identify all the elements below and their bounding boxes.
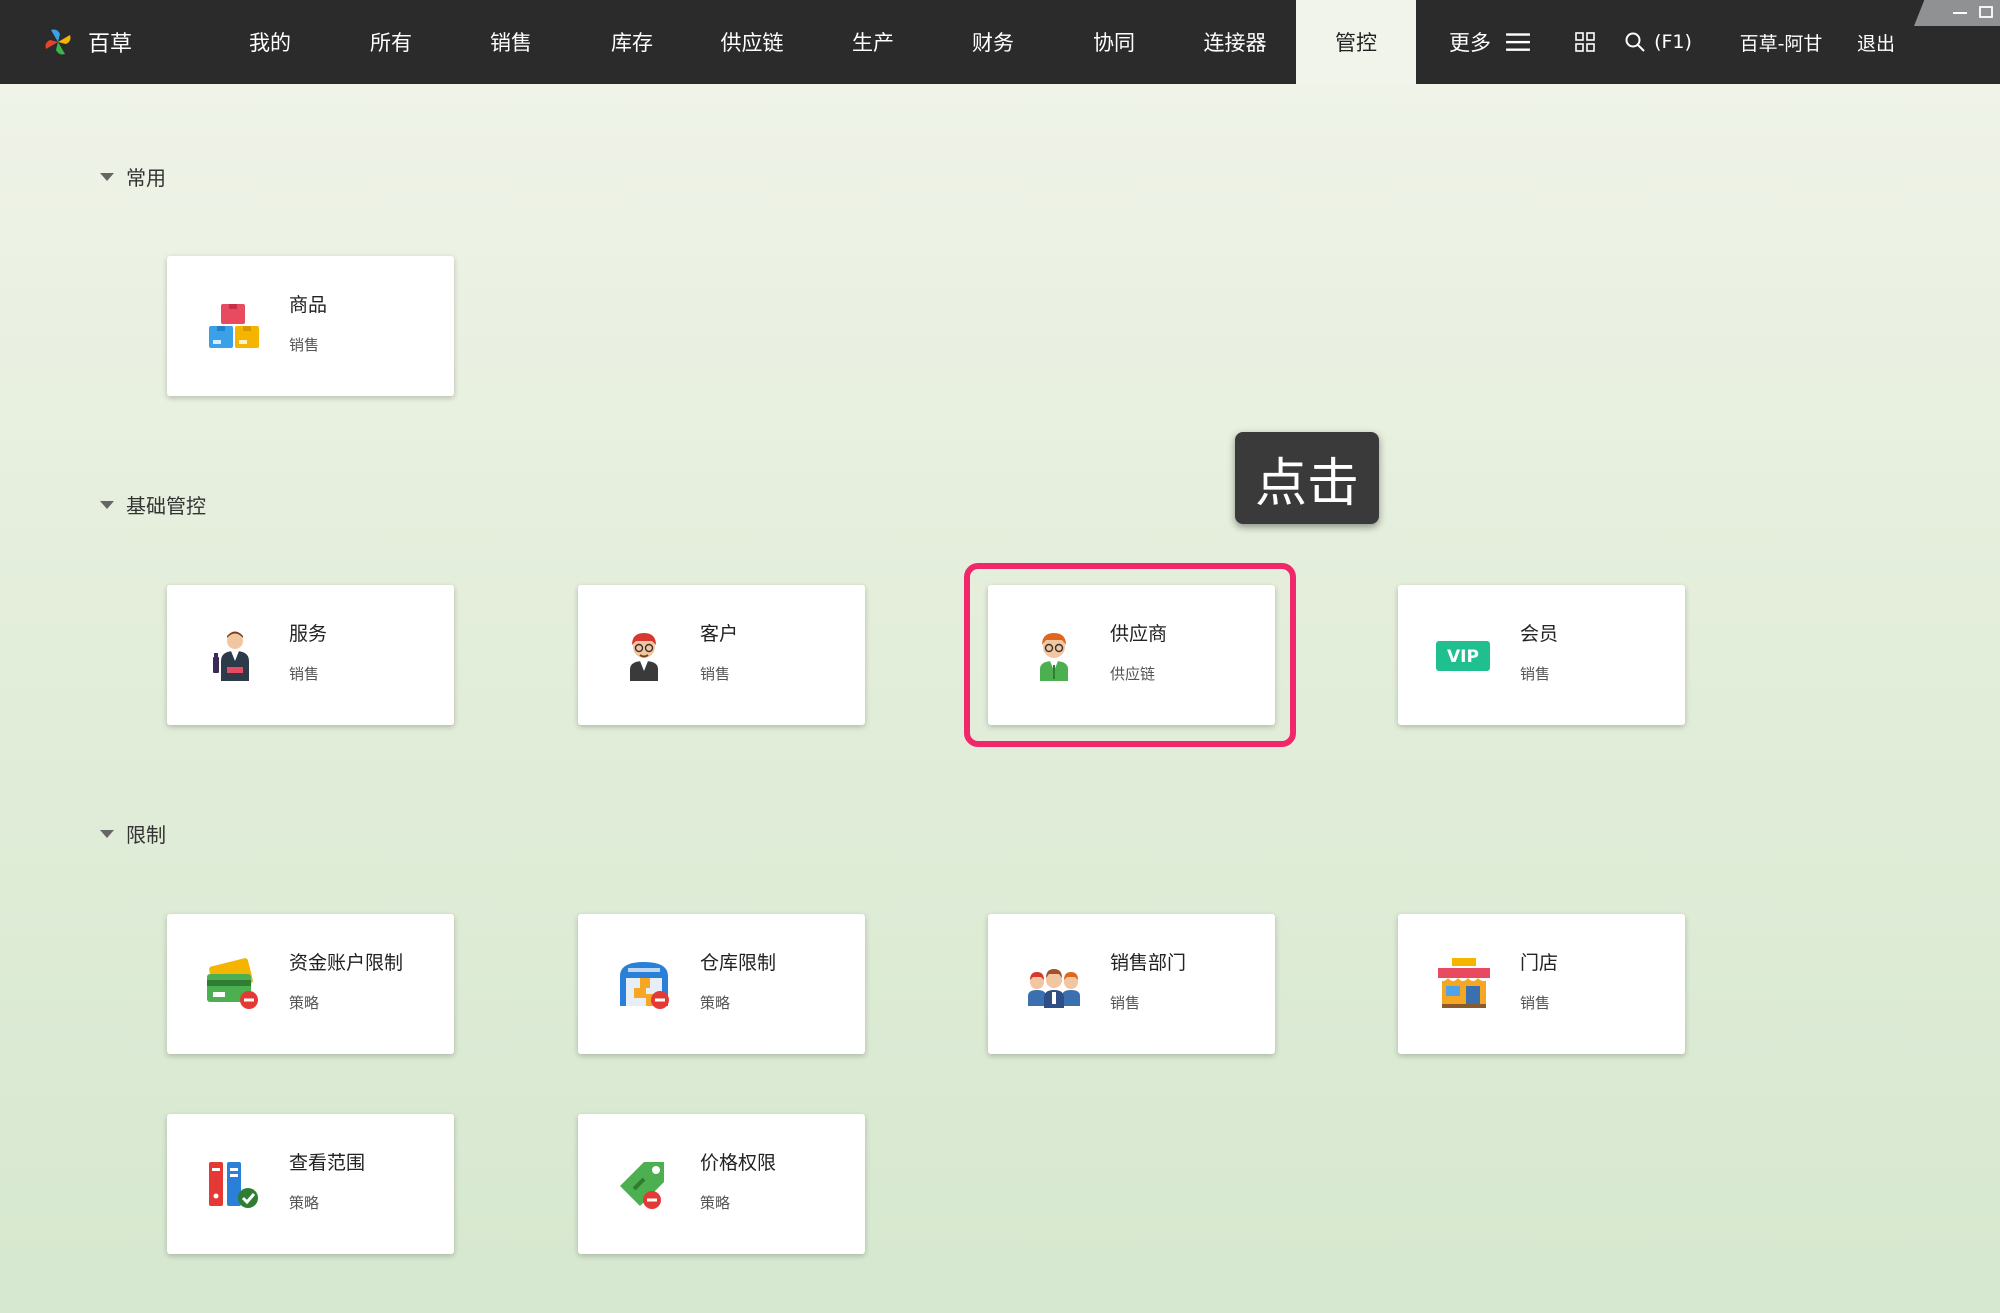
- maximize-icon[interactable]: [1978, 4, 1994, 20]
- card-subtitle: 策略: [289, 1194, 320, 1212]
- card-title: 查看范围: [289, 1152, 366, 1174]
- hamburger-menu-icon: [1506, 33, 1530, 51]
- card-subtitle: 销售: [700, 665, 731, 683]
- card-title: 服务: [289, 623, 328, 645]
- user-name[interactable]: 百草-阿甘: [1734, 0, 1828, 84]
- card-service[interactable]: 服务 销售: [167, 585, 454, 725]
- card-sales-department[interactable]: 销售部门 销售: [988, 914, 1275, 1054]
- card-subtitle: 策略: [700, 994, 731, 1012]
- card-title: 供应商: [1110, 623, 1168, 645]
- card-price-permission[interactable]: 价格权限 策略: [578, 1114, 865, 1254]
- goods-boxes-icon: [205, 298, 261, 354]
- card-goods[interactable]: 商品 销售: [167, 256, 454, 396]
- nav-item-production[interactable]: 生产: [831, 0, 915, 84]
- card-subtitle: 销售: [1110, 994, 1141, 1012]
- section-header-restrictions[interactable]: 限制: [100, 819, 166, 848]
- waiter-icon: [205, 627, 261, 683]
- nav-item-collaboration[interactable]: 协同: [1072, 0, 1156, 84]
- more-menu-button[interactable]: 更多: [1440, 0, 1540, 84]
- brand[interactable]: 百草: [42, 0, 132, 84]
- card-subtitle: 策略: [700, 1194, 731, 1212]
- card-subtitle: 销售: [1520, 665, 1551, 683]
- card-fund-account-restriction[interactable]: 资金账户限制 策略: [167, 914, 454, 1054]
- card-customer[interactable]: 客户 销售: [578, 585, 865, 725]
- nav-item-all[interactable]: 所有: [349, 0, 433, 84]
- nav-item-supply-chain[interactable]: 供应链: [706, 0, 798, 84]
- card-store[interactable]: 门店 销售: [1398, 914, 1685, 1054]
- credit-card-restrict-icon: [205, 956, 261, 1012]
- card-subtitle: 销售: [289, 665, 320, 683]
- vip-badge-icon: VIP: [1436, 627, 1492, 683]
- customer-avatar-icon: [616, 627, 672, 683]
- minimize-icon[interactable]: [1952, 4, 1968, 20]
- card-title: 仓库限制: [700, 952, 777, 974]
- app-grid-button[interactable]: [1570, 0, 1600, 84]
- card-member[interactable]: VIP 会员 销售: [1398, 585, 1685, 725]
- vip-badge-text: VIP: [1447, 647, 1479, 667]
- card-subtitle: 策略: [289, 994, 320, 1012]
- nav-item-inventory[interactable]: 库存: [590, 0, 674, 84]
- nav-item-control[interactable]: 管控: [1296, 0, 1416, 84]
- nav-item-mine[interactable]: 我的: [228, 0, 312, 84]
- warehouse-restrict-icon: [616, 956, 672, 1012]
- caret-down-icon: [100, 172, 114, 181]
- search-shortcut: (F1): [1654, 31, 1692, 53]
- click-hint-tooltip: 点击: [1235, 432, 1379, 524]
- brand-name: 百草: [88, 32, 133, 57]
- card-title: 客户: [700, 623, 739, 645]
- card-supplier[interactable]: 供应商 供应链: [988, 585, 1275, 725]
- store-icon: [1436, 956, 1492, 1012]
- nav-item-connector[interactable]: 连接器: [1188, 0, 1282, 84]
- card-subtitle: 供应链: [1110, 665, 1156, 683]
- supplier-avatar-icon: [1026, 627, 1082, 683]
- search-icon: [1625, 32, 1645, 52]
- card-view-scope[interactable]: 查看范围 策略: [167, 1114, 454, 1254]
- caret-down-icon: [100, 829, 114, 838]
- window-controls: [1914, 0, 2000, 26]
- card-title: 资金账户限制: [289, 952, 404, 974]
- section-title: 限制: [126, 823, 166, 847]
- card-title: 门店: [1520, 952, 1559, 974]
- card-title: 会员: [1520, 623, 1559, 645]
- top-navigation-bar: 百草 我的 所有 销售 库存 供应链 生产 财务 协同 连接器 管控 更多 (F…: [0, 0, 2000, 84]
- section-header-basic-control[interactable]: 基础管控: [100, 490, 206, 519]
- caret-down-icon: [100, 500, 114, 509]
- logout-button[interactable]: 退出: [1848, 0, 1904, 84]
- search-button[interactable]: (F1): [1620, 0, 1696, 84]
- card-subtitle: 销售: [1520, 994, 1551, 1012]
- binders-check-icon: [205, 1156, 261, 1212]
- card-subtitle: 销售: [289, 336, 320, 354]
- grid-icon: [1575, 32, 1595, 52]
- section-header-common[interactable]: 常用: [100, 162, 166, 191]
- card-title: 商品: [289, 294, 328, 316]
- more-label: 更多: [1449, 31, 1491, 55]
- nav-item-finance[interactable]: 财务: [951, 0, 1035, 84]
- price-tag-restrict-icon: [616, 1156, 672, 1212]
- card-title: 销售部门: [1110, 952, 1187, 974]
- sales-team-icon: [1026, 956, 1082, 1012]
- nav-item-sales[interactable]: 销售: [469, 0, 553, 84]
- card-warehouse-restriction[interactable]: 仓库限制 策略: [578, 914, 865, 1054]
- section-title: 基础管控: [126, 494, 206, 518]
- brand-logo-icon: [45, 29, 71, 55]
- section-title: 常用: [126, 166, 166, 190]
- card-title: 价格权限: [700, 1152, 777, 1174]
